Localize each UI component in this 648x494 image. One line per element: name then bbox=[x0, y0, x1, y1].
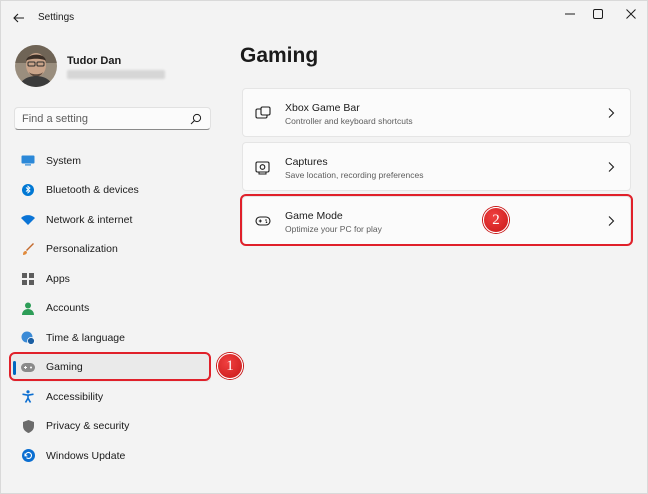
sidebar-item-accounts[interactable]: Accounts bbox=[11, 294, 211, 324]
card-subtitle: Controller and keyboard shortcuts bbox=[285, 116, 413, 126]
sidebar-item-label: Personalization bbox=[46, 243, 118, 256]
shield-icon bbox=[21, 419, 35, 433]
back-arrow-icon bbox=[13, 13, 24, 23]
step-1-badge: 1 bbox=[217, 353, 243, 379]
sidebar-item-apps[interactable]: Apps bbox=[11, 264, 211, 294]
system-icon bbox=[21, 154, 35, 168]
user-photo-icon bbox=[15, 45, 57, 87]
chevron-right-icon bbox=[608, 108, 615, 118]
sidebar-item-label: Accounts bbox=[46, 302, 90, 315]
sidebar-item-label: Privacy & security bbox=[46, 420, 130, 433]
user-name: Tudor Dan bbox=[67, 55, 122, 67]
sidebar-item-label: System bbox=[46, 154, 82, 167]
accounts-icon bbox=[21, 301, 35, 315]
sidebar-item-time-language[interactable]: Time & language bbox=[11, 323, 211, 353]
sidebar-item-label: Network & internet bbox=[46, 213, 133, 226]
sidebar-item-accessibility[interactable]: Accessibility bbox=[11, 382, 211, 412]
xbox-game-bar-card[interactable]: Xbox Game Bar Controller and keyboard sh… bbox=[242, 88, 631, 137]
wifi-icon bbox=[21, 213, 35, 227]
search-input[interactable] bbox=[22, 112, 187, 126]
close-icon bbox=[626, 9, 636, 19]
chevron-right-icon bbox=[608, 162, 615, 172]
game-mode-highlight-outline bbox=[240, 194, 633, 246]
maximize-button[interactable] bbox=[584, 5, 612, 23]
game-bar-icon bbox=[255, 106, 271, 119]
card-title: Xbox Game Bar bbox=[285, 102, 360, 114]
sidebar-item-label: Bluetooth & devices bbox=[46, 184, 139, 197]
maximize-icon bbox=[593, 9, 603, 19]
captures-card[interactable]: Captures Save location, recording prefer… bbox=[242, 142, 631, 191]
avatar[interactable] bbox=[15, 45, 57, 87]
page-title: Gaming bbox=[240, 44, 319, 67]
sidebar-item-personalization[interactable]: Personalization bbox=[11, 235, 211, 265]
sidebar-item-bluetooth[interactable]: Bluetooth & devices bbox=[11, 176, 211, 206]
bluetooth-icon bbox=[21, 183, 35, 197]
accessibility-icon bbox=[21, 390, 35, 404]
sidebar-nav: System Bluetooth & devices Network & int… bbox=[11, 146, 211, 471]
sidebar-item-label: Apps bbox=[46, 272, 70, 285]
minimize-button[interactable] bbox=[556, 5, 584, 23]
update-icon bbox=[21, 449, 35, 463]
apps-icon bbox=[21, 272, 35, 286]
gaming-highlight-outline bbox=[9, 352, 211, 381]
sidebar-item-system[interactable]: System bbox=[11, 146, 211, 176]
back-button[interactable] bbox=[9, 8, 29, 28]
search-icon[interactable] bbox=[190, 113, 202, 125]
sidebar-item-label: Windows Update bbox=[46, 449, 126, 462]
card-title: Captures bbox=[285, 156, 328, 168]
sidebar-item-label: Accessibility bbox=[46, 390, 104, 403]
step-2-badge: 2 bbox=[483, 207, 509, 233]
search-box[interactable] bbox=[14, 107, 211, 130]
settings-window: Settings Tudor Dan Find a setting System… bbox=[0, 0, 648, 494]
sidebar-item-network[interactable]: Network & internet bbox=[11, 205, 211, 235]
minimize-icon bbox=[565, 13, 575, 15]
close-button[interactable] bbox=[617, 5, 645, 23]
window-title: Settings bbox=[38, 12, 75, 23]
sidebar-item-windows-update[interactable]: Windows Update bbox=[11, 441, 211, 471]
user-email-redacted bbox=[67, 70, 165, 79]
card-subtitle: Save location, recording preferences bbox=[285, 170, 424, 180]
captures-icon bbox=[255, 161, 270, 175]
title-bar: Settings bbox=[1, 1, 647, 35]
brush-icon bbox=[21, 242, 35, 256]
globe-clock-icon bbox=[21, 331, 35, 345]
sidebar-item-label: Time & language bbox=[46, 331, 125, 344]
sidebar-item-privacy-security[interactable]: Privacy & security bbox=[11, 412, 211, 442]
